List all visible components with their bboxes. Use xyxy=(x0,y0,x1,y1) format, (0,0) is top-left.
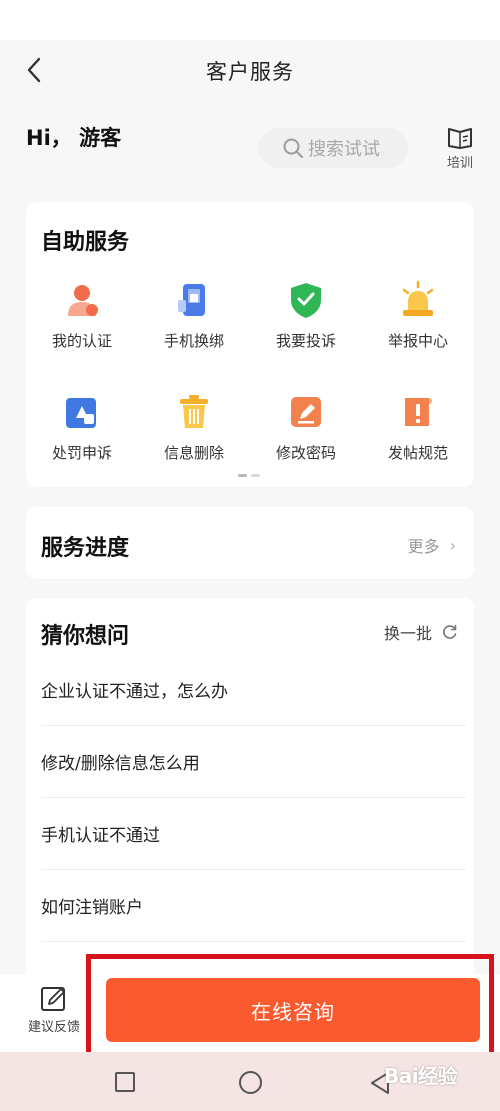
service-phone-rebind[interactable]: 手机换绑 xyxy=(138,274,250,356)
self-service-grid: 我的认证 手机换绑 我要投诉 举报中心 处罚申诉 信息删除 修改密码 发帖规范 xyxy=(26,274,474,468)
faq-title: 猜你想问 xyxy=(41,624,130,649)
back-button[interactable] xyxy=(18,54,50,86)
page-title: 客户服务 xyxy=(206,60,294,84)
faq-item[interactable]: 手机认证不通过 xyxy=(41,798,466,870)
more-label: 更多 xyxy=(407,537,440,556)
book-icon xyxy=(448,128,472,149)
feedback-button[interactable]: 建议反馈 xyxy=(22,984,86,1035)
service-label: 信息删除 xyxy=(163,444,224,462)
service-progress-card[interactable]: 服务进度 更多 › xyxy=(26,507,474,579)
posting-rules-icon xyxy=(405,398,432,426)
service-label: 我要投诉 xyxy=(275,332,336,350)
chevron-left-icon xyxy=(27,57,41,83)
service-my-verification[interactable]: 我的认证 xyxy=(26,274,138,356)
service-label: 修改密码 xyxy=(275,444,336,462)
service-label: 我的认证 xyxy=(51,332,112,350)
watermark-logo: Bai经验 xyxy=(384,1064,458,1088)
more-link[interactable]: 更多 › xyxy=(408,533,456,557)
report-alarm-icon xyxy=(402,280,434,316)
page-indicator xyxy=(238,474,260,477)
service-label: 举报中心 xyxy=(387,332,448,350)
refresh-label: 换一批 xyxy=(383,624,432,643)
faq-item[interactable]: 如何注销账户 xyxy=(41,870,466,942)
feedback-label: 建议反馈 xyxy=(27,1020,80,1035)
faq-card: 猜你想问 换一批 企业认证不通过，怎么办 修改/删除信息怎么用 手机认证不通过 … xyxy=(26,598,474,974)
phone-rebind-icon xyxy=(178,284,205,316)
top-app-bar: 客户服务 xyxy=(0,40,500,102)
faq-list: 企业认证不通过，怎么办 修改/删除信息怎么用 手机认证不通过 如何注销账户 xyxy=(26,654,474,942)
page-dot-active xyxy=(238,474,247,477)
service-label: 发帖规范 xyxy=(387,444,448,462)
search-placeholder: 搜索试试 xyxy=(308,139,380,160)
self-service-title: 自助服务 xyxy=(41,230,130,255)
service-info-delete[interactable]: 信息删除 xyxy=(138,386,250,468)
service-complaint[interactable]: 我要投诉 xyxy=(250,274,362,356)
greeting-row: Hi， 游客 搜索试试 培训 xyxy=(0,102,500,192)
training-label: 培训 xyxy=(446,156,473,171)
page-body: Hi， 游客 搜索试试 培训 自助服务 我的认证 手机换绑 我要投诉 举报中心 … xyxy=(0,102,500,974)
service-penalty-appeal[interactable]: 处罚申诉 xyxy=(26,386,138,468)
service-label: 手机换绑 xyxy=(163,332,224,350)
greeting-text: Hi， 游客 xyxy=(26,126,122,150)
self-service-card: 自助服务 我的认证 手机换绑 我要投诉 举报中心 处罚申诉 信息删除 修改密码 … xyxy=(26,202,474,487)
feedback-edit-icon xyxy=(41,987,65,1011)
home-button[interactable] xyxy=(239,1071,262,1094)
training-button[interactable]: 培训 xyxy=(440,126,480,171)
search-input[interactable]: 搜索试试 xyxy=(258,128,408,168)
faq-item[interactable]: 企业认证不通过，怎么办 xyxy=(41,654,466,726)
user-verify-icon xyxy=(68,285,98,316)
search-icon xyxy=(283,138,303,158)
edit-password-icon xyxy=(291,397,321,427)
status-bar-area xyxy=(0,0,500,40)
page-dot xyxy=(251,474,260,477)
trash-icon xyxy=(180,395,208,428)
refresh-icon xyxy=(443,624,457,639)
faq-item[interactable]: 修改/删除信息怎么用 xyxy=(41,726,466,798)
recent-apps-button[interactable] xyxy=(115,1072,135,1092)
complaint-shield-icon xyxy=(291,283,321,318)
service-label: 处罚申诉 xyxy=(51,444,112,462)
service-report-center[interactable]: 举报中心 xyxy=(362,274,474,356)
service-progress-title: 服务进度 xyxy=(41,536,130,561)
service-posting-rules[interactable]: 发帖规范 xyxy=(362,386,474,468)
refresh-questions-button[interactable]: 换一批 xyxy=(384,620,458,644)
penalty-appeal-icon xyxy=(66,398,96,428)
chevron-right-icon: › xyxy=(449,535,456,555)
service-change-password[interactable]: 修改密码 xyxy=(250,386,362,468)
